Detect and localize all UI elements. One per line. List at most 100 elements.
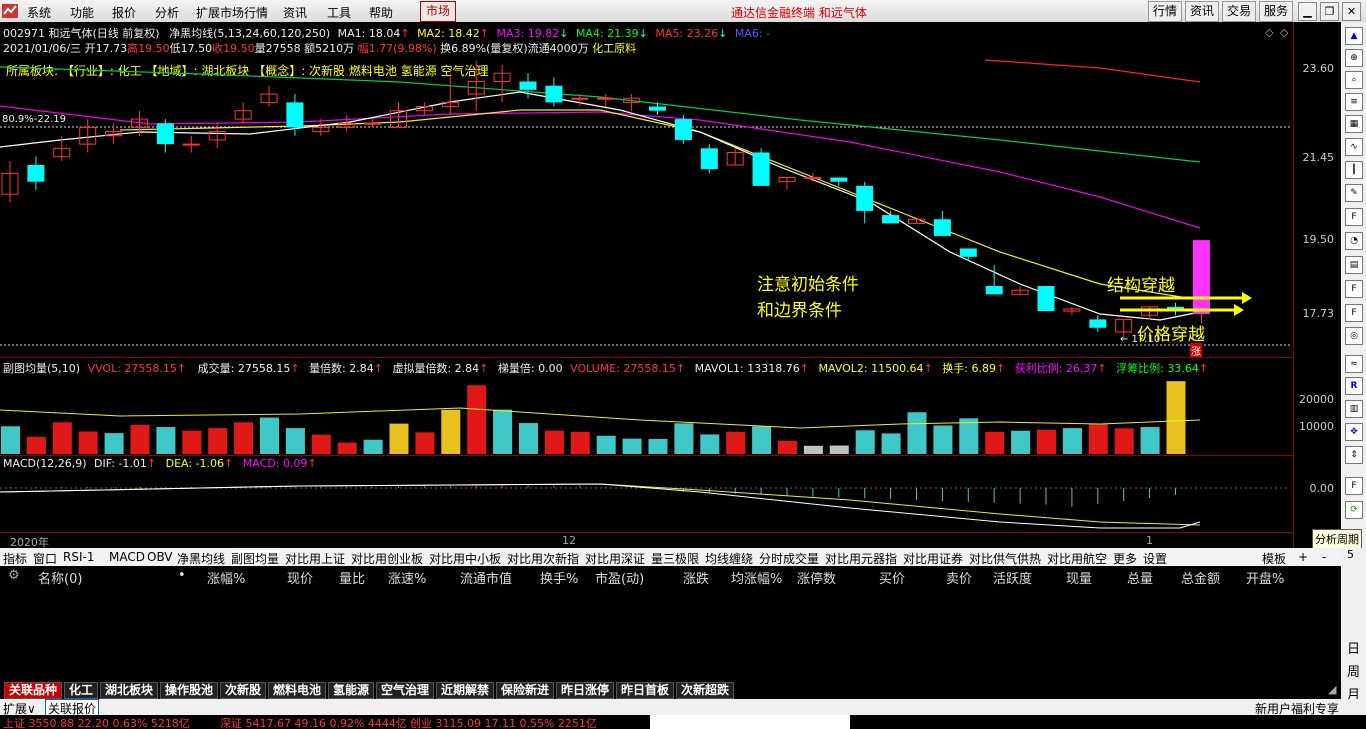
cy-index-ticker[interactable]: 创业 3115.09 17.11 0.55% 2251亿 bbox=[410, 715, 597, 729]
table-column-header[interactable]: 名称(0) bbox=[38, 568, 82, 587]
indicator-tab[interactable]: 对比用上证 bbox=[285, 550, 345, 567]
table-column-header[interactable]: 涨速% bbox=[388, 568, 426, 587]
block-tab[interactable]: 次新超跌 bbox=[676, 682, 735, 699]
block-tab[interactable]: 氢能源 bbox=[328, 682, 375, 699]
indicator-tab[interactable]: 窗口 bbox=[33, 550, 57, 567]
table-column-header[interactable]: • bbox=[178, 568, 186, 583]
table-column-header[interactable]: 开盘% bbox=[1246, 568, 1284, 587]
period-day[interactable]: 日 bbox=[1347, 638, 1360, 657]
table-column-header[interactable]: 市盈(动) bbox=[595, 568, 644, 587]
indicator-tab[interactable]: 设置 bbox=[1143, 550, 1167, 567]
table-column-header[interactable]: 买价 bbox=[879, 568, 905, 587]
block-tab[interactable]: 操作股池 bbox=[160, 682, 219, 699]
zoom-icon[interactable]: ⌕ bbox=[1345, 71, 1363, 89]
settings-gear-icon[interactable]: ⚙ bbox=[8, 568, 20, 583]
indicator-tab[interactable]: 更多 bbox=[1113, 550, 1137, 567]
grid-icon[interactable]: ▤ bbox=[1345, 256, 1363, 274]
block-tab[interactable]: 近期解禁 bbox=[436, 682, 495, 699]
block-tab[interactable]: 湖北板块 bbox=[100, 682, 159, 699]
indicator-tab[interactable]: 对比用航空 bbox=[1047, 550, 1107, 567]
menu-analysis[interactable]: 分析 bbox=[155, 4, 179, 21]
block-tab[interactable]: 燃料电池 bbox=[268, 682, 327, 699]
period-week[interactable]: 周 bbox=[1347, 661, 1360, 680]
table-column-header[interactable]: 现价 bbox=[287, 568, 313, 587]
menu-help[interactable]: 帮助 bbox=[369, 4, 393, 21]
market-tab[interactable]: 市场 bbox=[420, 1, 456, 22]
block-tab[interactable]: 次新股 bbox=[220, 682, 267, 699]
table-column-header[interactable]: 卖价 bbox=[946, 568, 972, 587]
table-column-header[interactable]: 涨幅% bbox=[207, 568, 245, 587]
menu-function[interactable]: 功能 bbox=[70, 4, 94, 21]
scroll-up-icon[interactable]: ◢ bbox=[1328, 683, 1336, 696]
indicator-tab[interactable]: 副图均量 bbox=[231, 550, 280, 567]
close-icon[interactable]: ✕ bbox=[1342, 2, 1361, 21]
indicator-tab[interactable]: OBV bbox=[147, 550, 173, 564]
menu-tools[interactable]: 工具 bbox=[327, 4, 351, 21]
macd-indicator-name[interactable]: MACD(12,26,9) bbox=[3, 457, 87, 470]
block-tab[interactable]: 昨日首板 bbox=[616, 682, 675, 699]
indicator-tab[interactable]: 对比用创业板 bbox=[351, 550, 423, 567]
kline-icon[interactable]: ┃ bbox=[1345, 161, 1363, 179]
block-tab[interactable]: 保险新进 bbox=[496, 682, 555, 699]
table-column-header[interactable]: 流通市值 bbox=[460, 568, 512, 587]
move-icon[interactable]: ✥ bbox=[1345, 423, 1363, 441]
bars-icon[interactable]: ▥ bbox=[1345, 400, 1363, 418]
volume-chart[interactable] bbox=[0, 374, 1293, 456]
table-column-header[interactable]: 涨停数 bbox=[797, 568, 836, 587]
f-icon[interactable]: F bbox=[1345, 304, 1363, 322]
table-column-header[interactable]: 量比 bbox=[339, 568, 365, 587]
sh-index-ticker[interactable]: 上证 3550.88 22.20 0.63% 5218亿 bbox=[3, 715, 190, 729]
service-button[interactable]: 服务 bbox=[1259, 1, 1294, 22]
indicator-tab[interactable]: MACD bbox=[109, 550, 145, 564]
indicator-tab[interactable]: 对比用深证 bbox=[585, 550, 645, 567]
rsi-icon[interactable]: R bbox=[1345, 377, 1363, 395]
f-small-icon[interactable]: F bbox=[1345, 477, 1363, 495]
block-tab[interactable]: 化工 bbox=[64, 682, 99, 699]
menu-news[interactable]: 资讯 bbox=[283, 4, 307, 21]
menu-extended-market[interactable]: 扩展市场行情 bbox=[196, 4, 268, 21]
indicator-tab[interactable]: 指标 bbox=[3, 550, 27, 567]
table-column-header[interactable]: 活跃度 bbox=[993, 568, 1032, 587]
period-icon[interactable]: ⟳ bbox=[1345, 501, 1363, 519]
indicator-tab[interactable]: 对比供气供热 bbox=[969, 550, 1041, 567]
table-column-header[interactable]: 均涨幅% bbox=[731, 568, 782, 587]
draw-icon[interactable]: ✎ bbox=[1345, 184, 1363, 202]
macd-chart[interactable] bbox=[0, 470, 1293, 532]
indicator-tab[interactable]: 量三极限 bbox=[651, 550, 699, 567]
quote-button[interactable]: 行情 bbox=[1148, 1, 1183, 22]
table-icon[interactable]: ▦ bbox=[1345, 115, 1363, 133]
arrow-up-icon[interactable]: ▲ bbox=[1345, 27, 1363, 45]
indicator-tab[interactable]: 对比用元器指 bbox=[825, 550, 897, 567]
price-chart[interactable] bbox=[0, 22, 1293, 358]
restore-icon[interactable]: ❐ bbox=[1320, 2, 1339, 21]
template-tab-control[interactable]: - bbox=[1322, 550, 1326, 564]
table-column-header[interactable]: 涨跌 bbox=[683, 568, 709, 587]
block-tab[interactable]: 关联品种 bbox=[4, 682, 63, 699]
table-column-header[interactable]: 换手% bbox=[540, 568, 578, 587]
pie-icon[interactable]: ◔ bbox=[1345, 232, 1363, 250]
expand-icon[interactable]: ⇕ bbox=[1345, 446, 1363, 464]
indicator-tab[interactable]: 均线缠绕 bbox=[705, 550, 753, 567]
period-five-label[interactable]: 5 bbox=[1347, 548, 1354, 561]
list-icon[interactable]: ≡ bbox=[1345, 93, 1363, 111]
wave-icon[interactable]: ≈ bbox=[1345, 355, 1363, 373]
minimize-icon[interactable]: ▁ bbox=[1298, 2, 1317, 21]
news-button[interactable]: 资讯 bbox=[1185, 1, 1220, 22]
menu-quote[interactable]: 报价 bbox=[112, 4, 136, 21]
circle-icon[interactable]: ◎ bbox=[1345, 327, 1363, 345]
table-column-header[interactable]: 现量 bbox=[1066, 568, 1092, 587]
indicator-tab[interactable]: 净黑均线 bbox=[177, 550, 225, 567]
indicator-tab[interactable]: 对比用次新指 bbox=[507, 550, 579, 567]
table-column-header[interactable]: 总量 bbox=[1127, 568, 1153, 587]
table-column-header[interactable]: 总金额 bbox=[1181, 568, 1220, 587]
trade-button[interactable]: 交易 bbox=[1222, 1, 1257, 22]
template-tab-control[interactable]: + bbox=[1298, 550, 1308, 564]
block-tab[interactable]: 空气治理 bbox=[376, 682, 435, 699]
crosshair-icon[interactable]: ⊕ bbox=[1345, 49, 1363, 67]
block-tab[interactable]: 昨日涨停 bbox=[556, 682, 615, 699]
template-tab-control[interactable]: 模板 bbox=[1262, 550, 1286, 567]
line-chart-icon[interactable]: ∿ bbox=[1345, 138, 1363, 156]
indicator-tab[interactable]: 对比用中小板 bbox=[429, 550, 501, 567]
menu-system[interactable]: 系统 bbox=[27, 4, 51, 21]
indicator-tab[interactable]: 分时成交量 bbox=[759, 550, 819, 567]
